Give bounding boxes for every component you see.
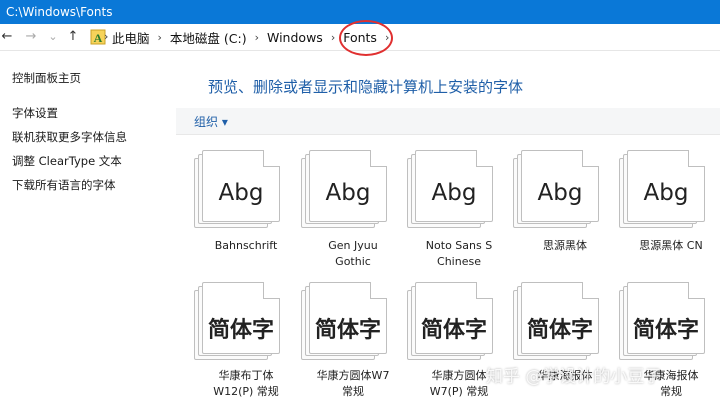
font-sample: Abg bbox=[325, 180, 371, 206]
font-file-icon: 简体字 bbox=[407, 282, 509, 366]
up-arrow-icon[interactable]: ↑ bbox=[66, 26, 80, 48]
breadcrumb-local-disk[interactable]: 本地磁盘 (C:) bbox=[170, 28, 247, 47]
font-name: 思源黑体 bbox=[543, 239, 587, 252]
font-file-icon: Abg bbox=[619, 150, 720, 234]
font-sample: Abg bbox=[218, 180, 264, 206]
sidebar-item-font-settings[interactable]: 字体设置 bbox=[12, 105, 58, 121]
font-sample: Abg bbox=[431, 180, 477, 206]
watermark: 知乎 @学设计的小豆子 bbox=[486, 367, 662, 387]
breadcrumb-separator: › bbox=[104, 30, 109, 43]
font-sample: 简体字 bbox=[314, 318, 381, 343]
breadcrumb-this-pc[interactable]: 此电脑 bbox=[112, 28, 150, 47]
font-name: Noto Sans S Chinese bbox=[425, 239, 493, 268]
font-file-icon: Abg bbox=[407, 150, 509, 234]
breadcrumb-separator[interactable]: › bbox=[158, 31, 162, 44]
font-sample: 简体字 bbox=[526, 318, 593, 343]
forward-arrow-icon[interactable]: → bbox=[24, 26, 38, 48]
sidebar-item-download-all-language-fonts[interactable]: 下载所有语言的字体 bbox=[12, 177, 116, 193]
organize-button[interactable]: 组织 ▾ bbox=[194, 113, 228, 130]
font-file-icon: Abg bbox=[513, 150, 615, 234]
font-name: Gen Jyuu Gothic bbox=[328, 239, 378, 268]
font-file-icon: 简体字 bbox=[301, 282, 403, 366]
font-sample: 简体字 bbox=[420, 318, 487, 343]
sidebar-item-get-font-info-online[interactable]: 联机获取更多字体信息 bbox=[12, 129, 127, 145]
window-title: C:\Windows\Fonts bbox=[6, 5, 113, 19]
font-file-icon: Abg bbox=[301, 150, 403, 234]
font-file-icon: 简体字 bbox=[513, 282, 615, 366]
font-sample: 简体字 bbox=[632, 318, 699, 343]
font-name: 华康布丁体 W12(P) 常规 bbox=[213, 369, 279, 398]
recent-locations-icon[interactable]: ⌄ bbox=[47, 26, 59, 48]
breadcrumb-windows[interactable]: Windows bbox=[267, 30, 323, 45]
sidebar-item-adjust-cleartype[interactable]: 调整 ClearType 文本 bbox=[12, 153, 122, 169]
back-arrow-icon[interactable]: ← bbox=[0, 26, 14, 48]
page-title: 预览、删除或者显示和隐藏计算机上安装的字体 bbox=[208, 78, 524, 96]
breadcrumb-separator[interactable]: › bbox=[255, 31, 259, 44]
font-file-icon: 简体字 bbox=[619, 282, 720, 366]
font-file-icon: 简体字 bbox=[194, 282, 296, 366]
font-file-icon: Abg bbox=[194, 150, 296, 234]
sidebar-item-control-panel-home[interactable]: 控制面板主页 bbox=[12, 70, 81, 86]
highlight-circle-annotation bbox=[339, 20, 393, 56]
font-name: 思源黑体 CN bbox=[639, 239, 703, 252]
font-sample: 简体字 bbox=[207, 318, 274, 343]
font-name: 华康方圆体W7 常规 bbox=[316, 369, 390, 398]
svg-text:A: A bbox=[94, 31, 103, 45]
sidebar: 控制面板主页 字体设置 联机获取更多字体信息 调整 ClearType 文本 下… bbox=[0, 52, 176, 405]
font-sample: Abg bbox=[537, 180, 583, 206]
main-content: 预览、删除或者显示和隐藏计算机上安装的字体 组织 ▾ Abg Bahnschri… bbox=[176, 52, 720, 405]
font-sample: Abg bbox=[643, 180, 689, 206]
breadcrumb-separator[interactable]: › bbox=[331, 31, 335, 44]
command-bar: 组织 ▾ bbox=[176, 108, 720, 135]
font-name: Bahnschrift bbox=[214, 239, 278, 252]
